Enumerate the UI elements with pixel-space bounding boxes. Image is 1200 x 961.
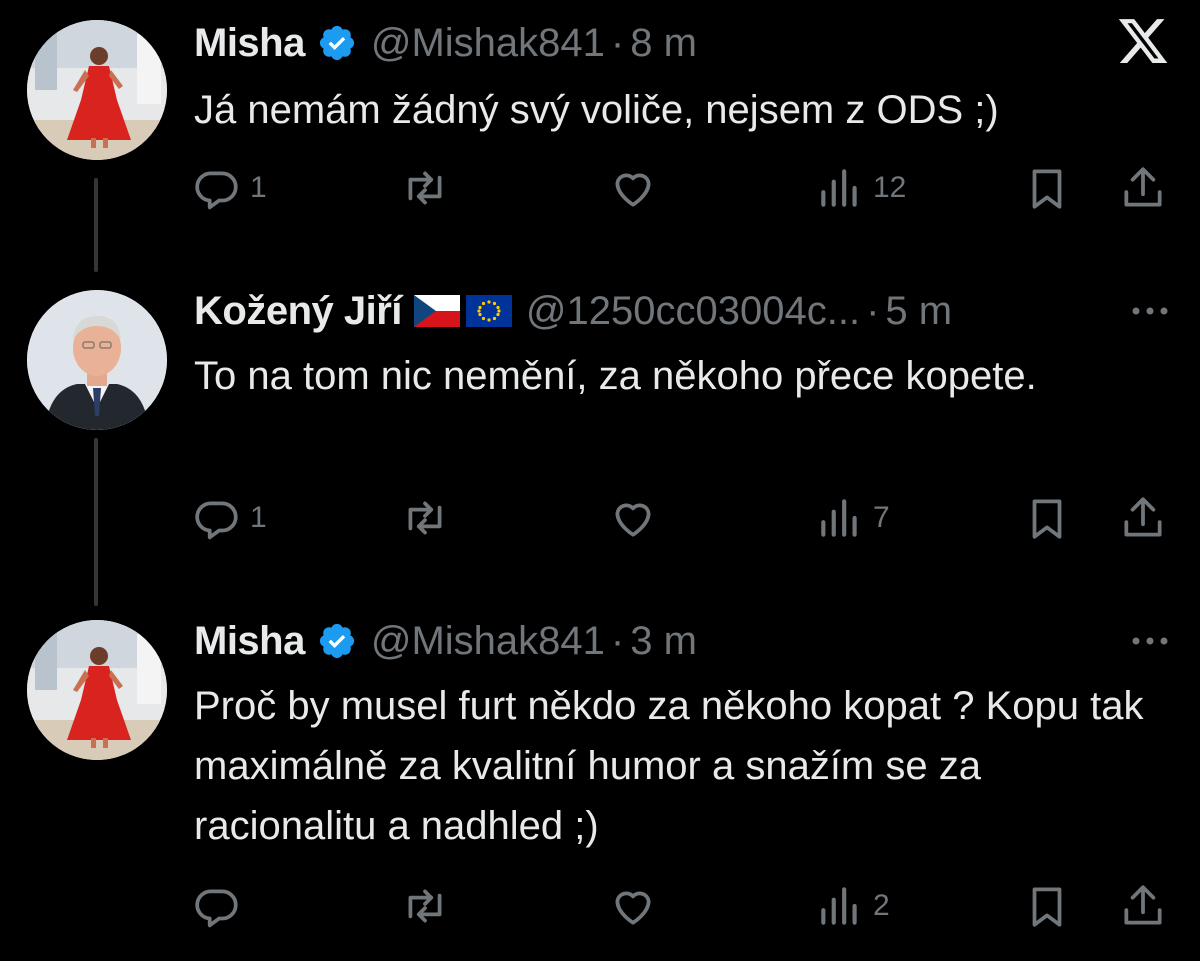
reply-button[interactable]: 1	[192, 158, 267, 218]
tweet-actions: 2	[0, 876, 1200, 936]
repost-icon	[408, 171, 442, 205]
reply-icon	[195, 171, 238, 210]
reply-icon	[195, 501, 238, 540]
bookmark-icon	[1032, 887, 1062, 927]
verified-badge-icon	[317, 23, 357, 63]
author-handle[interactable]: @1250cc03004c...	[526, 289, 860, 334]
tweet[interactable]: Kožený Jiří @1250cc03004c... · 5 m To na…	[0, 270, 1200, 610]
avatar-kozeny-image	[27, 290, 167, 430]
timestamp[interactable]: 8 m	[630, 21, 697, 66]
timestamp[interactable]: 3 m	[630, 619, 697, 664]
heart-icon	[615, 503, 651, 537]
bookmark-button[interactable]	[1022, 158, 1072, 218]
x-close-icon[interactable]	[1116, 14, 1170, 73]
author-name[interactable]: Kožený Jiří	[194, 289, 402, 334]
view-count: 12	[873, 171, 907, 204]
share-button[interactable]	[1118, 876, 1168, 936]
tweet-text: To na tom nic nemění, za někoho přece ko…	[194, 354, 1037, 398]
heart-icon	[615, 173, 651, 207]
share-icon	[1124, 497, 1162, 537]
like-button[interactable]	[608, 876, 658, 936]
share-button[interactable]	[1118, 488, 1168, 548]
verified-badge-icon	[317, 621, 357, 661]
repost-button[interactable]	[400, 488, 450, 548]
name-emoji-flags	[413, 295, 512, 327]
view-count: 2	[873, 889, 890, 922]
author-handle[interactable]: @Mishak841	[371, 21, 605, 66]
czech-flag-icon	[413, 295, 460, 327]
heart-icon	[615, 891, 651, 925]
share-icon	[1124, 167, 1162, 207]
repost-icon	[408, 501, 442, 535]
views-button[interactable]: 7	[815, 488, 890, 548]
reply-button[interactable]: 1	[192, 488, 267, 548]
tweet-header: Misha @Mishak841 · 3 m	[194, 616, 697, 666]
repost-button[interactable]	[400, 158, 450, 218]
tweet-header: Misha @Mishak841 · 8 m	[194, 18, 697, 68]
views-button[interactable]: 12	[815, 158, 906, 218]
tweet-actions: 1 12	[0, 158, 1200, 218]
reply-count: 1	[250, 501, 267, 534]
tweet-text: Já nemám žádný svý voliče, nejsem z ODS …	[194, 88, 999, 132]
avatar[interactable]	[27, 620, 167, 760]
author-name[interactable]: Misha	[194, 619, 305, 664]
avatar-misha-image	[27, 20, 167, 160]
eu-flag-icon	[465, 295, 512, 327]
reply-icon	[195, 889, 238, 928]
timestamp[interactable]: 5 m	[885, 289, 952, 334]
bookmark-button[interactable]	[1022, 488, 1072, 548]
more-icon[interactable]	[1128, 296, 1172, 331]
views-button[interactable]: 2	[815, 876, 890, 936]
avatar[interactable]	[27, 290, 167, 430]
analytics-icon	[821, 499, 857, 537]
tweet[interactable]: Misha @Mishak841 · 8 m Já nemám žádný sv…	[0, 0, 1200, 270]
reply-count: 1	[250, 171, 267, 204]
bookmark-button[interactable]	[1022, 876, 1072, 936]
tweet[interactable]: Misha @Mishak841 · 3 m Proč by musel fur…	[0, 610, 1200, 961]
share-button[interactable]	[1118, 158, 1168, 218]
bookmark-icon	[1032, 499, 1062, 539]
avatar[interactable]	[27, 20, 167, 160]
analytics-icon	[821, 887, 857, 925]
analytics-icon	[821, 169, 857, 207]
share-icon	[1124, 885, 1162, 925]
more-icon[interactable]	[1128, 626, 1172, 661]
tweet-actions: 1 7	[0, 488, 1200, 548]
reply-button[interactable]	[192, 876, 250, 936]
like-button[interactable]	[608, 488, 658, 548]
separator-dot: ·	[610, 20, 625, 65]
avatar-misha-image	[27, 620, 167, 760]
author-handle[interactable]: @Mishak841	[371, 619, 605, 664]
tweet-text: Proč by musel furt někdo za někoho kopat…	[194, 684, 1144, 848]
bookmark-icon	[1032, 169, 1062, 209]
separator-dot: ·	[610, 618, 625, 663]
repost-icon	[408, 889, 442, 923]
repost-button[interactable]	[400, 876, 450, 936]
like-button[interactable]	[608, 158, 658, 218]
separator-dot: ·	[866, 288, 880, 333]
tweet-header: Kožený Jiří @1250cc03004c... · 5 m	[194, 286, 952, 336]
view-count: 7	[873, 501, 890, 534]
author-name[interactable]: Misha	[194, 21, 305, 66]
